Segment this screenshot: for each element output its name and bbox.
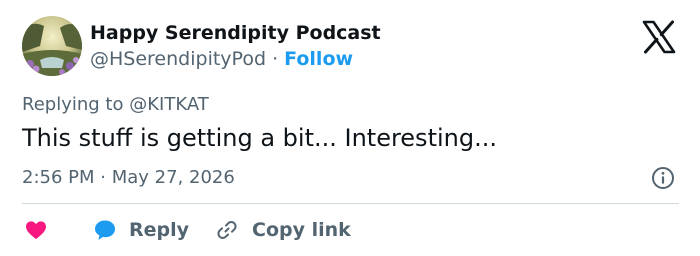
tweet-timestamp[interactable]: 2:56 PM · May 27, 2026 [22, 167, 235, 188]
tweet-time[interactable]: 2:56 PM [22, 167, 95, 188]
copy-link-label[interactable]: Copy link [252, 219, 351, 241]
handle-separator: · [272, 48, 279, 70]
follow-button[interactable]: Follow [284, 48, 353, 70]
speech-bubble-icon [95, 220, 115, 240]
replying-to: Replying to @KITKAT [22, 94, 209, 115]
heart-icon[interactable] [25, 220, 47, 240]
reply-button[interactable]: Reply [93, 215, 189, 245]
reply-label[interactable]: Reply [129, 219, 189, 241]
info-icon[interactable] [651, 166, 675, 190]
divider [22, 203, 679, 204]
tweet-date[interactable]: May 27, 2026 [112, 167, 235, 188]
user-handle[interactable]: @HSerendipityPod [90, 48, 266, 70]
handle-line: @HSerendipityPod · Follow [90, 48, 353, 70]
replying-to-handle[interactable]: @KITKAT [129, 94, 209, 115]
timestamp-separator: · [100, 167, 106, 188]
like-button[interactable] [25, 215, 47, 245]
link-icon [217, 221, 237, 239]
replying-to-prefix: Replying to [22, 94, 124, 115]
avatar[interactable] [22, 16, 82, 76]
tweet-text: This stuff is getting a bit... Interesti… [22, 124, 497, 152]
display-name[interactable]: Happy Serendipity Podcast [90, 22, 381, 44]
x-logo-icon[interactable] [641, 19, 677, 55]
copy-link-button[interactable]: Copy link [215, 215, 351, 245]
